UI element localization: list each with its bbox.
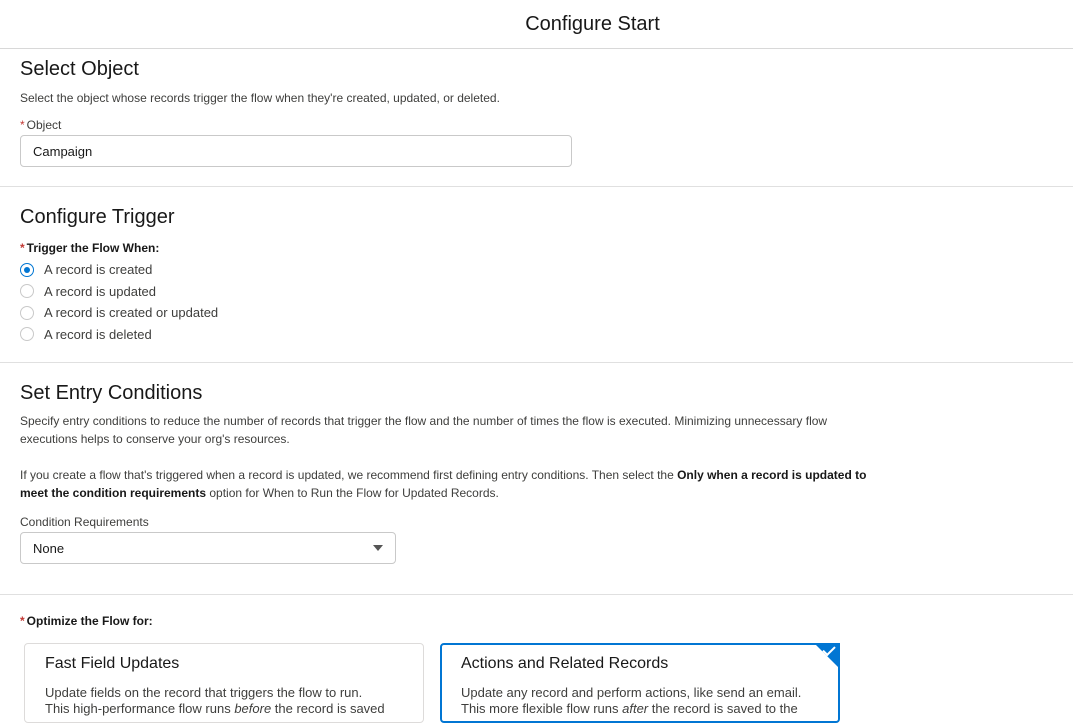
card-text: the record is saved [271,701,385,716]
card-description-line: Update fields on the record that trigger… [45,685,363,700]
select-object-description: Select the object whose records trigger … [20,91,500,105]
required-indicator: * [20,118,25,132]
radio-button[interactable] [20,327,34,342]
card-emphasis: after [622,701,649,716]
object-label-text: Object [26,118,62,132]
entry-conditions-title: Set Entry Conditions [20,382,203,404]
card-title: Actions and Related Records [461,655,669,672]
radio-label: A record is created [44,262,153,278]
radio-label: A record is deleted [44,326,152,342]
trigger-radio-group: A record is created A record is updated … [20,259,1053,345]
card-description: Update fields on the record that trigger… [45,685,403,717]
radio-button[interactable] [20,262,34,277]
card-description-line: Update any record and perform actions, l… [461,685,802,700]
entry-conditions-section: Set Entry Conditions Specify entry condi… [0,363,1073,595]
chevron-down-icon [373,545,383,551]
required-indicator: * [20,241,25,255]
card-description: Update any record and perform actions, l… [461,685,819,717]
radio-option-deleted[interactable]: A record is deleted [20,324,1053,346]
modal-header: Configure Start [0,0,1073,49]
select-object-title: Select Object [20,58,139,80]
actions-related-records-card[interactable]: Actions and Related Records Update any r… [440,642,840,723]
object-field-label: * Object [20,118,1053,132]
card-emphasis: before [234,701,272,716]
configure-trigger-title: Configure Trigger [20,206,175,228]
card-description-line: This more flexible flow runs after the r… [461,701,819,717]
card-text: This more flexible flow runs [461,701,623,716]
page-title: Configure Start [525,12,660,35]
radio-label: A record is created or updated [44,305,219,321]
select-object-section: Select Object Select the object whose re… [0,49,1073,187]
card-description-line: This high-performance flow runs before t… [45,701,403,717]
required-indicator: * [20,614,25,628]
configure-trigger-section: Configure Trigger * Trigger the Flow When… [0,187,1073,363]
card-title: Fast Field Updates [45,655,180,672]
object-input-value: Campaign [33,143,93,159]
object-input[interactable]: Campaign [20,135,572,167]
radio-option-created-or-updated[interactable]: A record is created or updated [20,302,1053,324]
radio-label: A record is updated [44,283,157,299]
condition-requirements-value: None [33,540,65,556]
recommendation-text: If you create a flow that's triggered wh… [20,468,678,482]
trigger-label-text: Trigger the Flow When: [26,241,160,255]
optimize-label-text: Optimize the Flow for: [26,614,153,628]
condition-requirements-label: Condition Requirements [20,515,149,529]
optimize-section: * Optimize the Flow for: [0,595,1073,628]
optimize-field-label: * Optimize the Flow for: [20,614,1053,628]
radio-button[interactable] [20,305,34,320]
card-text: This high-performance flow runs [45,701,235,716]
recommendation-text-end: option for When to Run the Flow for Upda… [206,486,499,500]
radio-option-created[interactable]: A record is created [20,259,1053,281]
radio-option-updated[interactable]: A record is updated [20,281,1053,303]
fast-field-updates-card[interactable]: Fast Field Updates Update fields on the … [24,643,424,723]
entry-conditions-description: Specify entry conditions to reduce the n… [20,414,828,446]
card-text: the record is saved to the [648,701,798,716]
radio-button[interactable] [20,284,34,299]
condition-requirements-select[interactable]: None [20,532,396,564]
entry-conditions-recommendation: If you create a flow that's triggered wh… [20,466,880,502]
trigger-field-label: * Trigger the Flow When: [20,241,1053,255]
